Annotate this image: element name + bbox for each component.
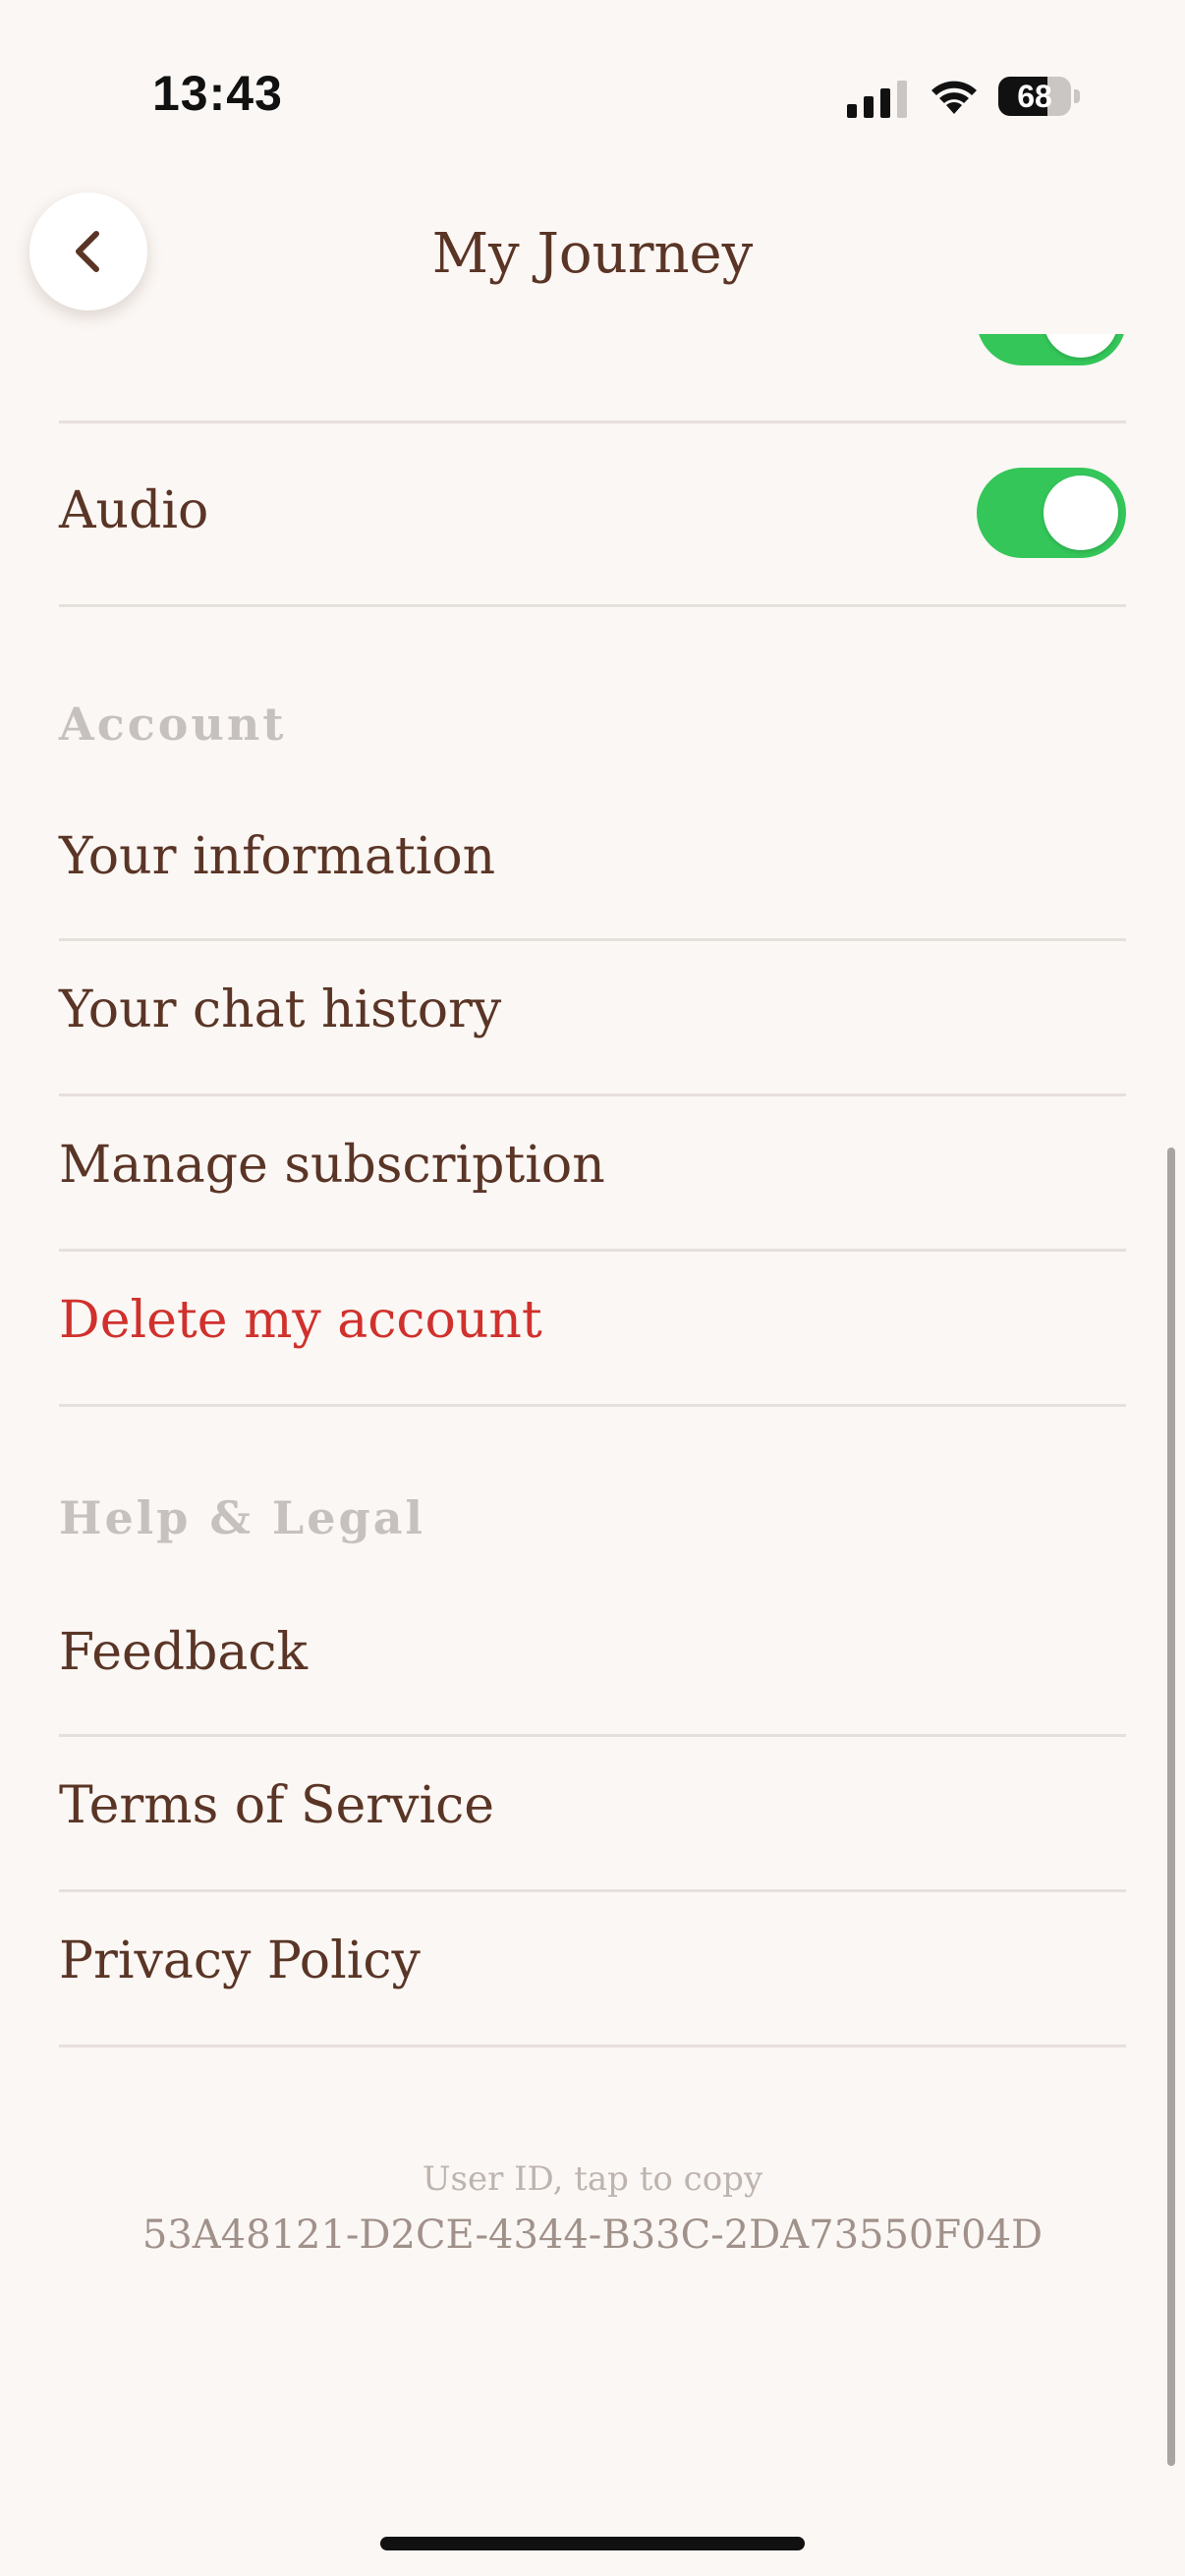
privacy-policy-row[interactable]: Privacy Policy [59,1892,1126,2047]
feedback-row[interactable]: Feedback [59,1592,1126,1737]
delete-account-label: Delete my account [59,1291,542,1350]
delete-account-row[interactable]: Delete my account [59,1252,1126,1407]
terms-of-service-label: Terms of Service [59,1776,495,1835]
wifi-icon [931,81,977,114]
your-chat-history-label: Your chat history [59,980,502,1039]
your-chat-history-row[interactable]: Your chat history [59,941,1126,1096]
partial-toggle-switch[interactable] [977,334,1126,365]
battery-indicator: 68 [998,77,1081,116]
settings-list[interactable]: Audio Account Your information Your chat… [0,334,1185,2486]
scrollbar[interactable] [1167,1148,1175,2466]
page-title: My Journey [431,222,754,286]
account-section-header: Account [59,698,287,751]
toggle-knob [1044,476,1118,550]
audio-label: Audio [59,481,209,540]
user-id-value[interactable]: 53A48121-D2CE-4344-B33C-2DA73550F04D [0,2212,1185,2258]
help-legal-section-header: Help & Legal [59,1491,425,1544]
privacy-policy-label: Privacy Policy [59,1932,421,1990]
audio-toggle[interactable] [977,468,1126,558]
battery-cap [1074,89,1080,103]
status-time: 13:43 [152,66,283,121]
battery-icon: 68 [998,77,1071,116]
cellular-signal-icon [847,81,907,118]
your-information-label: Your information [59,827,496,886]
feedback-label: Feedback [59,1623,308,1682]
home-indicator[interactable] [380,2537,805,2550]
audio-row[interactable]: Audio [59,422,1126,607]
battery-level: 68 [1017,79,1052,114]
user-id-caption: User ID, tap to copy [422,2159,763,2199]
terms-of-service-row[interactable]: Terms of Service [59,1737,1126,1892]
partial-toggle-row [59,334,1126,423]
toggle-knob [1044,334,1118,358]
manage-subscription-label: Manage subscription [59,1136,605,1195]
manage-subscription-row[interactable]: Manage subscription [59,1096,1126,1252]
your-information-row[interactable]: Your information [59,796,1126,941]
